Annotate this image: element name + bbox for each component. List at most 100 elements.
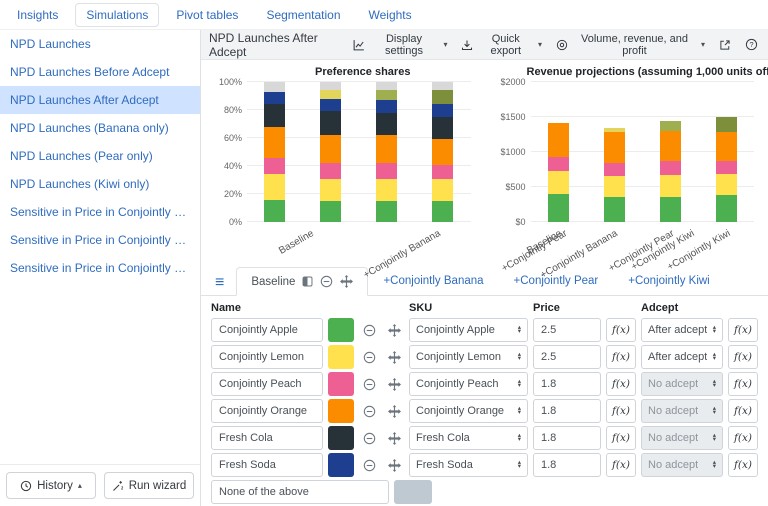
history-button[interactable]: History ▴	[6, 472, 96, 499]
color-swatch[interactable]	[394, 480, 432, 504]
price-formula-button[interactable]: f(x)	[606, 426, 636, 450]
name-input[interactable]	[211, 345, 323, 369]
panel-header: NPD Launches After Adcept Display settin…	[201, 30, 768, 60]
move-icon[interactable]	[340, 275, 353, 288]
metric-selector-button[interactable]: Volume, revenue, and profit ▾	[554, 31, 707, 59]
adcept-formula-button[interactable]: f(x)	[728, 426, 758, 450]
segment-fresh-cola	[432, 117, 453, 139]
move-icon[interactable]	[384, 426, 404, 450]
color-swatch[interactable]	[328, 345, 354, 369]
updown-icon: ▴▾	[713, 407, 716, 416]
color-swatch[interactable]	[328, 426, 354, 450]
color-swatch[interactable]	[328, 399, 354, 423]
move-icon[interactable]	[384, 345, 404, 369]
name-input[interactable]	[211, 399, 323, 423]
color-swatch[interactable]	[328, 318, 354, 342]
remove-icon[interactable]	[320, 275, 333, 288]
adcept-formula-button[interactable]: f(x)	[728, 399, 758, 423]
move-icon[interactable]	[384, 399, 404, 423]
run-wizard-button[interactable]: Run wizard	[104, 472, 194, 499]
tab-simulations[interactable]: Simulations	[75, 3, 159, 27]
sku-select-value: Fresh Cola	[416, 432, 470, 444]
price-formula-button[interactable]: f(x)	[606, 345, 636, 369]
adcept-select[interactable]: After adcept▴▾	[641, 318, 723, 342]
segment-conjointly-lemon	[548, 171, 569, 194]
name-input[interactable]	[211, 372, 323, 396]
remove-icon[interactable]	[359, 399, 379, 423]
quick-export-button[interactable]: Quick export ▾	[459, 31, 544, 59]
adcept-formula-button[interactable]: f(x)	[728, 372, 758, 396]
help-button[interactable]: ?	[743, 36, 760, 53]
segment-conjointly-orange	[432, 139, 453, 164]
remove-icon[interactable]	[359, 345, 379, 369]
menu-icon[interactable]: ≡	[207, 273, 236, 295]
tab-pivot-tables[interactable]: Pivot tables	[165, 3, 249, 27]
sku-select[interactable]: Fresh Cola▴▾	[409, 426, 528, 450]
color-swatch[interactable]	[328, 372, 354, 396]
export-report-button[interactable]	[717, 37, 733, 53]
swatch-icon[interactable]	[302, 276, 313, 287]
segment-conjointly-apple	[548, 194, 569, 222]
price-input[interactable]	[533, 372, 601, 396]
sidebar-item-sensitive-in-price-in-conjointly-pear[interactable]: Sensitive in Price in Conjointly Pear	[0, 226, 200, 254]
sidebar-item-sensitive-in-price-in-conjointly-kiwi[interactable]: Sensitive in Price in Conjointly Kiwi	[0, 254, 200, 282]
sku-select[interactable]: Conjointly Lemon▴▾	[409, 345, 528, 369]
adcept-select[interactable]: After adcept▴▾	[641, 345, 723, 369]
sidebar-footer: History ▴ Run wizard	[0, 464, 200, 506]
segment-conjointly-lemon	[660, 175, 681, 197]
tab-weights[interactable]: Weights	[358, 3, 423, 27]
move-icon[interactable]	[384, 453, 404, 477]
updown-icon: ▴▾	[518, 353, 521, 362]
run-wizard-label: Run wizard	[129, 480, 187, 492]
price-input[interactable]	[533, 453, 601, 477]
remove-icon[interactable]	[359, 372, 379, 396]
sidebar: NPD LaunchesNPD Launches Before AdceptNP…	[0, 30, 201, 506]
price-formula-button[interactable]: f(x)	[606, 453, 636, 477]
segment-none-of-the-above	[320, 82, 341, 90]
remove-icon[interactable]	[359, 453, 379, 477]
chart-plot-area: 0%20%40%60%80%100%	[247, 82, 471, 222]
sidebar-item-npd-launches-after-adcept[interactable]: NPD Launches After Adcept	[0, 86, 200, 114]
segment-conjointly-lemon	[716, 174, 737, 195]
segment-none-of-the-above	[376, 82, 397, 90]
y-tick-label: 40%	[224, 161, 242, 171]
move-icon[interactable]	[384, 318, 404, 342]
price-formula-button[interactable]: f(x)	[606, 372, 636, 396]
none-of-the-above-input[interactable]	[211, 480, 389, 504]
sidebar-item-npd-launches-kiwi-only[interactable]: NPD Launches (Kiwi only)	[0, 170, 200, 198]
adcept-formula-button[interactable]: f(x)	[728, 345, 758, 369]
table-header: NameSKUPriceAdcept	[211, 302, 758, 314]
adcept-formula-button[interactable]: f(x)	[728, 318, 758, 342]
display-settings-button[interactable]: Display settings ▾	[351, 31, 450, 59]
remove-icon[interactable]	[359, 426, 379, 450]
sku-select[interactable]: Conjointly Peach▴▾	[409, 372, 528, 396]
sidebar-item-npd-launches-before-adcept[interactable]: NPD Launches Before Adcept	[0, 58, 200, 86]
price-input[interactable]	[533, 399, 601, 423]
price-formula-button[interactable]: f(x)	[606, 399, 636, 423]
name-input[interactable]	[211, 318, 323, 342]
price-input[interactable]	[533, 426, 601, 450]
sidebar-item-npd-launches[interactable]: NPD Launches	[0, 30, 200, 58]
tab-segmentation[interactable]: Segmentation	[255, 3, 351, 27]
sku-select[interactable]: Conjointly Orange▴▾	[409, 399, 528, 423]
quick-export-label: Quick export	[477, 33, 534, 57]
display-settings-label: Display settings	[369, 33, 440, 57]
color-swatch[interactable]	[328, 453, 354, 477]
sidebar-item-sensitive-in-price-in-conjointly-banana[interactable]: Sensitive in Price in Conjointly Banana	[0, 198, 200, 226]
name-input[interactable]	[211, 426, 323, 450]
move-icon[interactable]	[384, 372, 404, 396]
price-formula-button[interactable]: f(x)	[606, 318, 636, 342]
sidebar-item-npd-launches-banana-only[interactable]: NPD Launches (Banana only)	[0, 114, 200, 142]
bar-conjointly-pear	[376, 82, 397, 222]
remove-icon[interactable]	[359, 318, 379, 342]
price-input[interactable]	[533, 345, 601, 369]
sku-select[interactable]: Conjointly Apple▴▾	[409, 318, 528, 342]
sku-select[interactable]: Fresh Soda▴▾	[409, 453, 528, 477]
sidebar-item-npd-launches-pear-only[interactable]: NPD Launches (Pear only)	[0, 142, 200, 170]
adcept-formula-button[interactable]: f(x)	[728, 453, 758, 477]
price-input[interactable]	[533, 318, 601, 342]
segment-conjointly-orange	[320, 135, 341, 163]
tab-insights[interactable]: Insights	[6, 3, 69, 27]
name-input[interactable]	[211, 453, 323, 477]
caret-down-icon: ▾	[538, 40, 542, 49]
